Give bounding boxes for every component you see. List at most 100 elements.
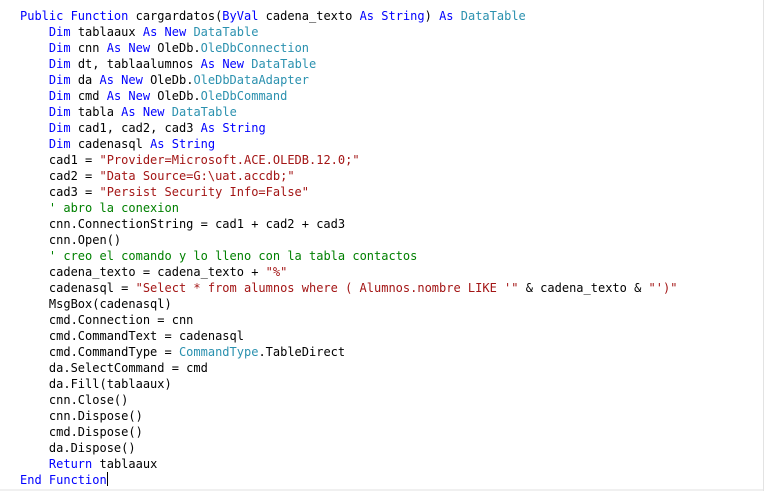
code-token-txt: tabla — [70, 105, 122, 119]
code-token-txt: ) — [424, 9, 440, 23]
code-line[interactable]: cad3 = "Persist Security Info=False" — [20, 184, 677, 200]
code-token-kw: As String — [200, 121, 266, 135]
code-line[interactable]: Dim cnn As New OleDb.OleDbConnection — [20, 40, 677, 56]
code-token-txt: OleDb. — [150, 41, 201, 55]
code-line[interactable]: cad2 = "Data Source=G:\uat.accdb;" — [20, 168, 677, 184]
code-token-kw: Dim — [48, 137, 71, 151]
code-token-txt: da — [70, 73, 100, 87]
code-line[interactable]: cmd.CommandType = CommandType.TableDirec… — [20, 344, 677, 360]
text-caret — [106, 472, 108, 486]
code-token-type: DataTable — [460, 9, 526, 23]
code-line[interactable]: Dim tablaaux As New DataTable — [20, 24, 677, 40]
code-token-kw: As New — [106, 89, 151, 103]
code-token-txt: cmd — [70, 89, 107, 103]
code-token-txt: OleDb. — [142, 73, 194, 87]
code-token-str: "Provider=Microsoft.ACE.OLEDB.12.0;" — [99, 153, 360, 167]
code-line[interactable]: Dim cadenasql As String — [20, 136, 677, 152]
code-token-txt: OleDb. — [150, 89, 201, 103]
code-line[interactable]: Return tablaaux — [20, 456, 677, 472]
code-line[interactable]: cnn.ConnectionString = cad1 + cad2 + cad… — [20, 216, 677, 232]
code-token-txt: cnn — [70, 41, 107, 55]
code-token-kw: Public Function — [20, 9, 129, 23]
code-token-kw: ByVal — [222, 9, 259, 23]
code-line[interactable]: End Function — [20, 472, 677, 488]
code-token-txt: tablaaux — [92, 457, 158, 471]
code-token-txt: cad1, cad2, cad3 — [70, 121, 201, 135]
code-line[interactable]: Dim da As New OleDb.OleDbDataAdapter — [20, 72, 677, 88]
code-token-cmt: ' abro la conexion — [48, 201, 179, 215]
code-token-txt: cnn.Dispose() — [20, 409, 143, 423]
code-editor[interactable]: Public Function cargardatos(ByVal cadena… — [0, 0, 764, 491]
code-line[interactable]: cmd.Connection = cnn — [20, 312, 677, 328]
code-line[interactable]: ' abro la conexion — [20, 200, 677, 216]
code-token-kw: As New — [200, 57, 244, 71]
code-token-kw: Dim — [48, 105, 71, 119]
code-text[interactable]: Public Function cargardatos(ByVal cadena… — [20, 8, 677, 488]
code-token-txt: cad2 = — [20, 169, 100, 183]
code-token-type: DataTable — [251, 57, 317, 71]
code-token-kw: As — [439, 9, 454, 23]
code-token-kw: Dim — [48, 73, 71, 87]
code-line[interactable]: cadenasql = "Select * from alumnos where… — [20, 280, 678, 296]
code-token-type: CommandType — [178, 345, 259, 359]
code-token-txt: MsgBox(cadenasql) — [20, 297, 172, 311]
code-token-txt: cmd.CommandType = — [20, 345, 179, 359]
code-line[interactable]: Dim cad1, cad2, cad3 As String — [20, 120, 677, 136]
code-line[interactable]: cad1 = "Provider=Microsoft.ACE.OLEDB.12.… — [20, 152, 677, 168]
code-token-kw: As String — [150, 137, 216, 151]
code-line[interactable]: cadena_texto = cadena_texto + "%" — [20, 264, 677, 280]
code-line[interactable]: da.SelectCommand = cmd — [20, 360, 677, 376]
code-token-str: "Persist Security Info=False" — [99, 185, 309, 199]
code-token-kw: As String — [359, 9, 425, 23]
code-token-txt: da.Dispose() — [20, 441, 136, 455]
code-token-txt: & cadena_texto & — [518, 281, 649, 295]
code-token-kw: End Function — [20, 473, 107, 487]
code-line[interactable]: Dim tabla As New DataTable — [20, 104, 677, 120]
code-token-txt: cargardatos( — [128, 9, 223, 23]
code-line[interactable]: Dim dt, tablaalumnos As New DataTable — [20, 56, 677, 72]
code-token-str: "Select * from alumnos where ( Alumnos.n… — [135, 281, 519, 295]
code-token-txt: cadenasql — [70, 137, 151, 151]
code-line[interactable]: Public Function cargardatos(ByVal cadena… — [20, 8, 677, 24]
code-line[interactable]: cnn.Open() — [20, 232, 677, 248]
code-token-txt: .TableDirect — [258, 345, 346, 359]
code-line[interactable]: cmd.CommandText = cadenasql — [20, 328, 677, 344]
code-token-txt: da.Fill(tablaaux) — [20, 377, 172, 391]
code-token-txt: cadena_texto = cadena_texto + — [20, 265, 266, 279]
code-line[interactable]: cmd.Dispose() — [20, 424, 677, 440]
code-token-txt: cadenasql = — [20, 281, 136, 295]
code-line[interactable]: cnn.Close() — [20, 392, 677, 408]
code-token-str: "%" — [265, 265, 288, 279]
code-token-txt: cad1 = — [20, 153, 100, 167]
code-line[interactable]: ' creo el comando y lo lleno con la tabl… — [20, 248, 677, 264]
code-token-type: OleDbCommand — [200, 89, 288, 103]
code-token-txt: cnn.Close() — [20, 393, 129, 407]
code-token-txt: da.SelectCommand = cmd — [20, 361, 208, 375]
code-line[interactable]: MsgBox(cadenasql) — [20, 296, 677, 312]
code-token-kw: As New — [142, 25, 187, 39]
code-line[interactable]: da.Dispose() — [20, 440, 677, 456]
code-token-kw: As New — [106, 41, 151, 55]
code-line[interactable]: cnn.Dispose() — [20, 408, 677, 424]
code-token-txt: cnn.ConnectionString = cad1 + cad2 + cad… — [20, 217, 346, 231]
code-token-str: "')" — [648, 281, 678, 295]
code-token-kw: Dim — [48, 89, 71, 103]
code-token-type: OleDbConnection — [200, 41, 310, 55]
code-token-str: "Data Source=G:\uat.accdb;" — [99, 169, 295, 183]
code-token-txt: cmd.CommandText = cadenasql — [20, 329, 244, 343]
code-line[interactable]: da.Fill(tablaaux) — [20, 376, 677, 392]
code-token-txt: cad3 = — [20, 185, 100, 199]
code-token-txt: cnn.Open() — [20, 233, 122, 247]
code-line[interactable]: Dim cmd As New OleDb.OleDbCommand — [20, 88, 677, 104]
code-token-kw: As New — [121, 105, 165, 119]
